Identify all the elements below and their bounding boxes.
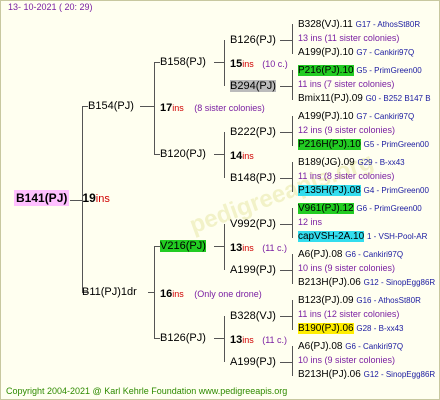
connector — [280, 86, 292, 87]
root-ins-count: 19 — [82, 191, 96, 205]
g3-node[interactable]: B222(PJ) — [230, 126, 276, 139]
g2-node[interactable]: V216(PJ) — [160, 240, 206, 253]
g2-ins: 14ins — [230, 150, 254, 162]
g4-mid: 12 ins (9 sister colonies) — [298, 125, 396, 135]
g4-top[interactable]: A6(PJ).08 G6 - Cankiri97Q — [298, 340, 403, 353]
g4-bot[interactable]: B190(PJ).06 G28 - B-xx43 — [298, 322, 404, 335]
connector — [214, 62, 224, 63]
g4-mid: 13 ins (11 sister colonies) — [298, 33, 400, 43]
root-ins-label: ins — [95, 193, 110, 205]
g4-mid: 10 ins (9 sister colonies) — [298, 263, 396, 273]
g4-mid: 11 ins (7 sister colonies) — [298, 79, 395, 89]
g4-bot[interactable]: A199(PJ).10 G7 - Cankiri97Q — [298, 46, 414, 59]
g4-top[interactable]: A6(PJ).08 G6 - Cankiri97Q — [298, 248, 403, 261]
g3-node[interactable]: B148(PJ) — [230, 172, 276, 185]
g4-mid: 11 ins (12 sister colonies) — [298, 309, 400, 319]
root-name: B141(PJ) — [14, 190, 70, 206]
g4-top[interactable]: B189(JG).09 G29 - B-xx43 — [298, 156, 405, 169]
g3-node[interactable]: B294(PJ) — [230, 80, 276, 93]
g4-top[interactable]: V961(PJ).12 G6 - PrimGreen00 — [298, 202, 422, 215]
connector — [292, 162, 293, 192]
g4-bot[interactable]: capVSH-2A.10 1 - VSH-Pool-AR — [298, 230, 427, 243]
g3-node[interactable]: V992(PJ) — [230, 218, 276, 231]
g2-node[interactable]: B158(PJ) — [160, 56, 206, 69]
g4-mid: 12 ins — [298, 217, 323, 227]
connector — [154, 246, 155, 338]
connector — [214, 338, 224, 339]
connector — [214, 246, 224, 247]
g4-top[interactable]: A199(PJ).10 G7 - Cankiri97Q — [298, 110, 414, 123]
connector — [280, 316, 292, 317]
g1-node[interactable]: B11(PJ)1dr — [82, 286, 137, 299]
g4-bot[interactable]: P135H(PJ).08 G4 - PrimGreen00 — [298, 184, 429, 197]
g2-node[interactable]: B120(PJ) — [160, 148, 206, 161]
g3-node[interactable]: A199(PJ) — [230, 356, 276, 369]
connector — [280, 270, 292, 271]
g1-node[interactable]: B154(PJ) — [88, 100, 134, 113]
connector — [280, 362, 292, 363]
g2-ins: 15ins (10 c.) — [230, 58, 288, 70]
connector — [224, 316, 225, 362]
date-stamp: 13- 10-2021 ( 20: 29) — [8, 2, 93, 12]
g4-top[interactable]: B328(VJ).11 G17 - AthosSt80R — [298, 18, 420, 31]
g2-ins: 13ins (11 c.) — [230, 242, 288, 254]
connector — [140, 106, 154, 107]
g4-bot[interactable]: P216H(PJ).10 G5 - PrimGreen00 — [298, 138, 429, 151]
connector — [280, 40, 292, 41]
connector — [280, 178, 292, 179]
g4-bot[interactable]: Bmix11(PJ).09 G0 - B252 B147 B — [298, 92, 431, 105]
connector — [224, 224, 225, 270]
connector — [224, 132, 225, 178]
g1-name: B11(PJ)1dr — [82, 286, 137, 298]
g2-ins: 13ins (11 c.) — [230, 334, 288, 346]
g3-node[interactable]: B328(VJ) — [230, 310, 276, 323]
g1-name: B154(PJ) — [88, 100, 134, 112]
connector — [292, 116, 293, 146]
connector — [292, 300, 293, 330]
g4-mid: 10 ins (9 sister colonies) — [298, 355, 396, 365]
root-node[interactable]: B141(PJ) 19ins — [14, 190, 110, 206]
g4-mid: 11 ins (8 sister colonies) — [298, 171, 395, 181]
connector — [292, 70, 293, 100]
g4-top[interactable]: P216(PJ).10 G5 - PrimGreen00 — [298, 64, 422, 77]
connector — [292, 346, 293, 376]
g1-ins: 17ins (8 sister colonies) — [160, 102, 265, 114]
copyright: Copyright 2004-2021 @ Karl Kehrle Founda… — [6, 386, 288, 396]
connector — [214, 154, 224, 155]
connector — [292, 254, 293, 284]
g4-bot[interactable]: B213H(PJ).06 G12 - SinopEgg86R — [298, 276, 435, 289]
g4-bot[interactable]: B213H(PJ).06 G12 - SinopEgg86R — [298, 368, 435, 381]
connector — [292, 24, 293, 54]
g1-ins: 16ins (Only one drone) — [160, 288, 262, 300]
connector — [292, 208, 293, 238]
g3-node[interactable]: A199(PJ) — [230, 264, 276, 277]
connector — [280, 224, 292, 225]
g3-node[interactable]: B126(PJ) — [230, 34, 276, 47]
connector — [280, 132, 292, 133]
g4-top[interactable]: B123(PJ).09 G16 - AthosSt80R — [298, 294, 421, 307]
connector — [224, 40, 225, 86]
connector — [154, 62, 155, 154]
g2-node[interactable]: B126(PJ) — [160, 332, 206, 345]
